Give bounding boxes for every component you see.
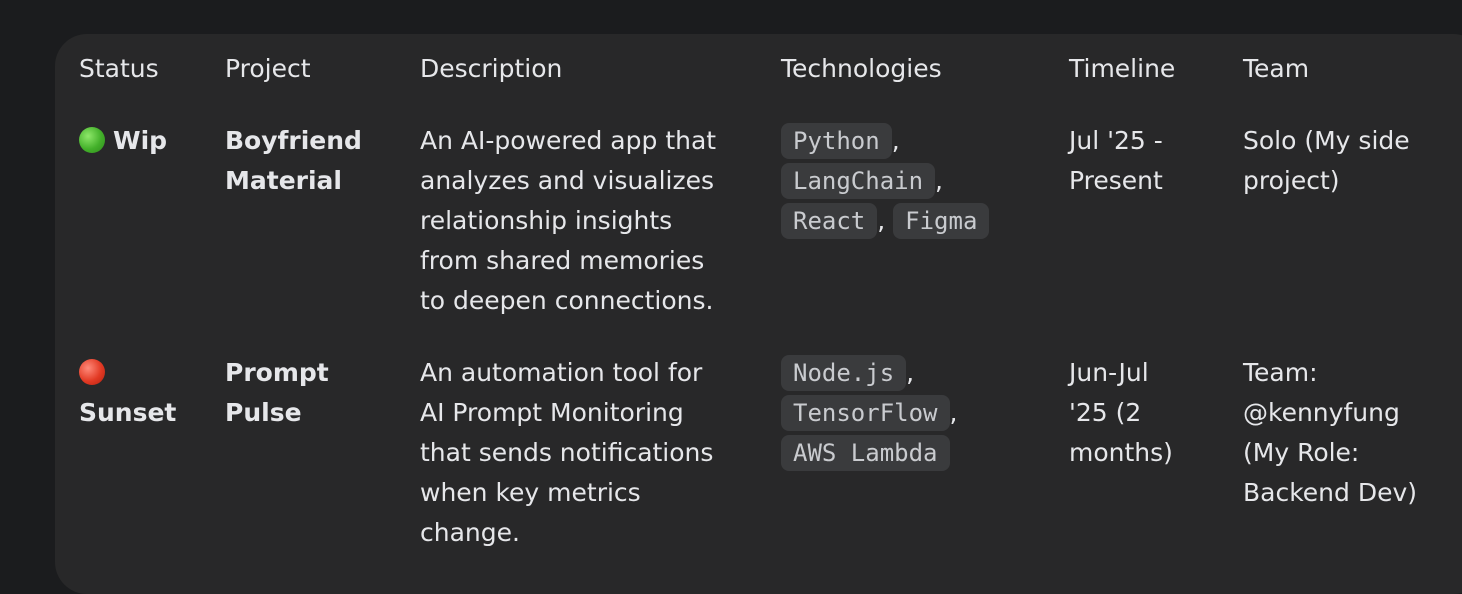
table-row-technologies: Python, LangChain, React, Figma bbox=[781, 121, 990, 241]
description-line: analyzes and visualizes bbox=[420, 166, 715, 195]
team-line: project) bbox=[1243, 166, 1340, 195]
team-line: Backend Dev) bbox=[1243, 478, 1418, 507]
table-row-team: Solo (My side project) bbox=[1243, 121, 1410, 201]
description-line: when key metrics bbox=[420, 478, 641, 507]
table-row-description: An AI-powered app that analyzes and visu… bbox=[420, 121, 716, 321]
tech-separator: , bbox=[891, 126, 900, 155]
tech-separator: , bbox=[877, 206, 886, 235]
description-line: to deepen connections. bbox=[420, 286, 714, 315]
tech-separator: , bbox=[906, 358, 915, 387]
timeline-line: months) bbox=[1069, 438, 1173, 467]
project-name-line: Pulse bbox=[225, 398, 302, 427]
tech-chip: Node.js bbox=[781, 355, 907, 391]
project-name-line: Material bbox=[225, 166, 342, 195]
description-line: An automation tool for bbox=[420, 358, 703, 387]
project-name-line: Prompt bbox=[225, 358, 329, 387]
team-line: Solo (My side bbox=[1243, 126, 1410, 155]
table-row-description: An automation tool for AI Prompt Monitor… bbox=[420, 353, 713, 553]
table-row-technologies: Node.js, TensorFlow, AWS Lambda bbox=[781, 353, 957, 473]
header-technologies: Technologies bbox=[781, 54, 942, 83]
table-row-timeline: Jun-Jul '25 (2 months) bbox=[1069, 353, 1173, 473]
table-row-project: Boyfriend Material bbox=[225, 121, 362, 201]
description-line: that sends notifications bbox=[420, 438, 714, 467]
description-line: from shared memories bbox=[420, 246, 705, 275]
green-circle-icon bbox=[79, 127, 105, 153]
red-circle-icon bbox=[79, 359, 105, 385]
header-project: Project bbox=[225, 54, 311, 83]
description-line: relationship insights bbox=[420, 206, 673, 235]
project-name-line: Boyfriend bbox=[225, 126, 362, 155]
table-row-status: Sunset bbox=[79, 353, 176, 433]
timeline-line: Jul '25 - bbox=[1069, 126, 1163, 155]
description-line: change. bbox=[420, 518, 520, 547]
timeline-line: '25 (2 bbox=[1069, 398, 1142, 427]
status-label: Sunset bbox=[79, 398, 177, 427]
table-row-timeline: Jul '25 - Present bbox=[1069, 121, 1163, 201]
tech-separator: , bbox=[935, 166, 943, 195]
table-row-status: Wip bbox=[79, 121, 167, 161]
header-team: Team bbox=[1243, 54, 1310, 83]
tech-chip: LangChain bbox=[781, 163, 936, 199]
header-status: Status bbox=[79, 54, 159, 83]
tech-chip: AWS Lambda bbox=[781, 435, 950, 471]
team-line: (My Role: bbox=[1243, 438, 1360, 467]
table-row-project: Prompt Pulse bbox=[225, 353, 329, 433]
tech-chip: TensorFlow bbox=[781, 395, 950, 431]
timeline-line: Present bbox=[1069, 166, 1163, 195]
team-line: Team: bbox=[1243, 358, 1318, 387]
status-label: Wip bbox=[113, 126, 168, 155]
tech-chip: Figma bbox=[893, 203, 990, 239]
description-line: An AI-powered app that bbox=[420, 126, 717, 155]
header-description: Description bbox=[420, 54, 563, 83]
team-line: @kennyfung bbox=[1243, 398, 1400, 427]
description-line: AI Prompt Monitoring bbox=[420, 398, 684, 427]
table-row-team: Team: @kennyfung (My Role: Backend Dev) bbox=[1243, 353, 1417, 513]
tech-chip: Python bbox=[781, 123, 892, 159]
tech-chip: React bbox=[781, 203, 878, 239]
tech-separator: , bbox=[949, 398, 958, 427]
timeline-line: Jun-Jul bbox=[1069, 358, 1149, 387]
header-timeline: Timeline bbox=[1069, 54, 1176, 83]
